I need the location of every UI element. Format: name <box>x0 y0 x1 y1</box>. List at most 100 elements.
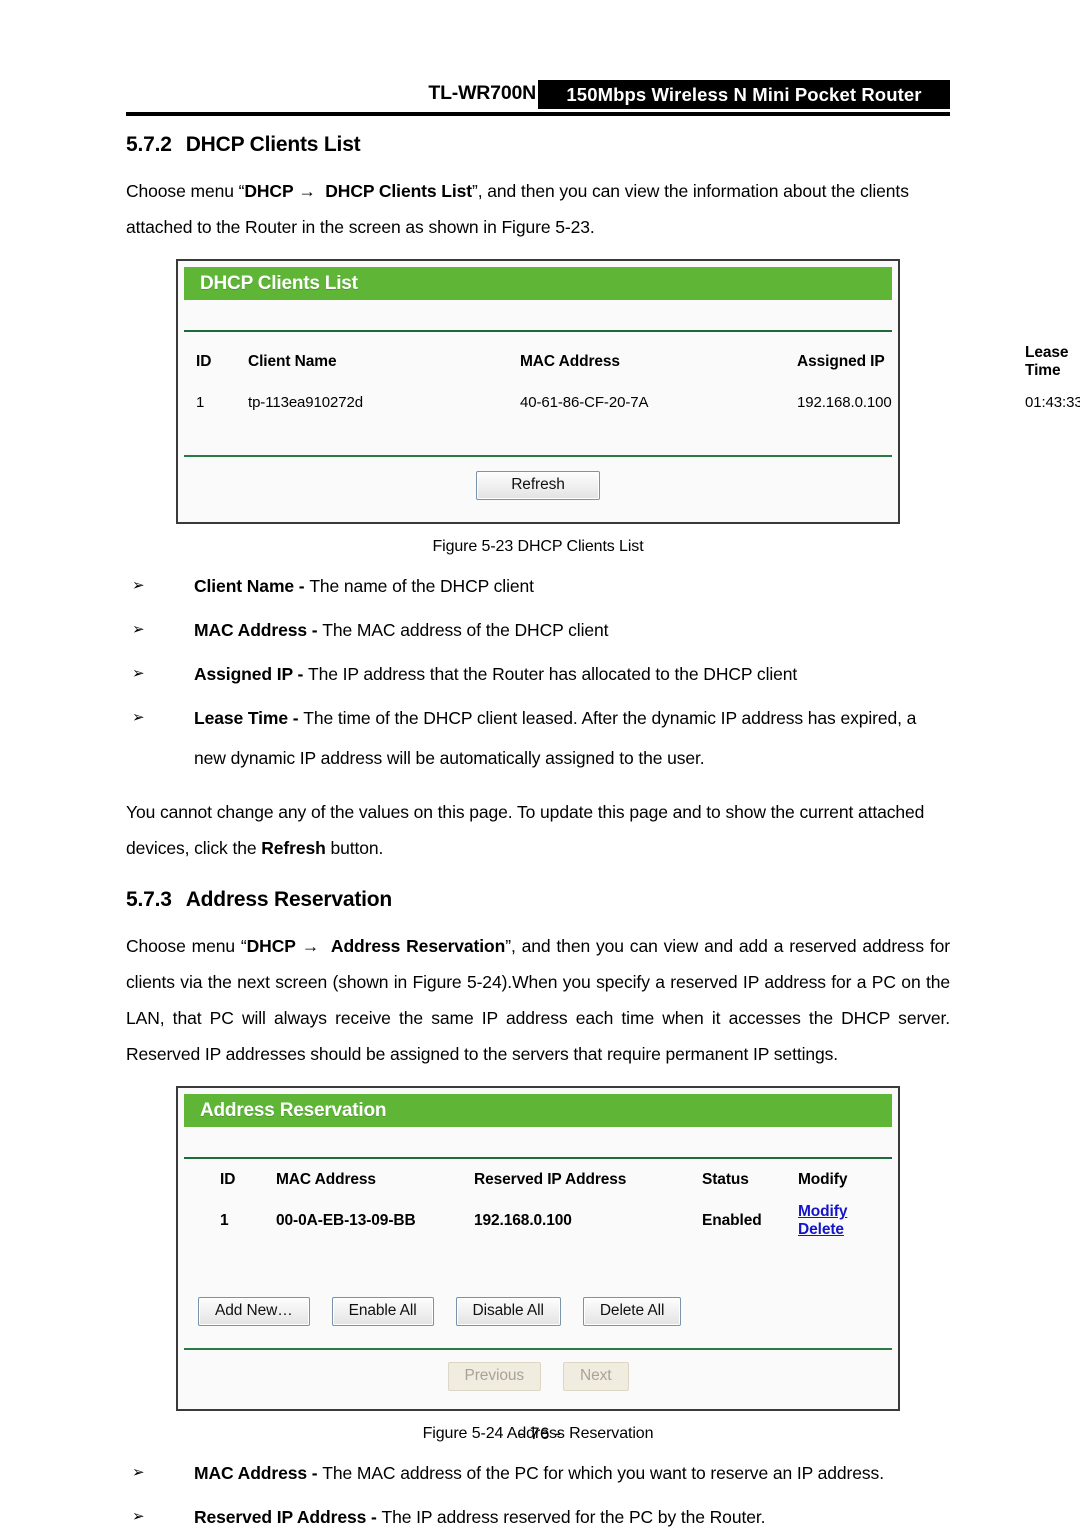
panel-header-gap <box>184 300 892 330</box>
panel-title: Address Reservation <box>200 1099 387 1121</box>
section-number: 5.7.2 <box>126 133 172 156</box>
column-header-id: ID <box>220 1171 236 1188</box>
list-item: ➢ MAC Address - The MAC address of the D… <box>126 610 950 650</box>
intro-paragraph-address-reservation: Choose menu “DHCP → Address Reservation”… <box>126 928 950 1072</box>
delete-link[interactable]: Delete <box>798 1221 844 1238</box>
refresh-button[interactable]: Refresh <box>476 471 600 500</box>
dhcp-clients-field-list: ➢ Client Name - The name of the DHCP cli… <box>126 566 950 778</box>
bullet-arrow-icon: ➢ <box>132 621 145 638</box>
delete-all-button[interactable]: Delete All <box>582 1297 682 1326</box>
field-description: The time of the DHCP client leased. Afte… <box>194 708 917 768</box>
list-item: ➢ Reserved IP Address - The IP address r… <box>126 1497 950 1537</box>
menu-path-dhcp-clients-list: DHCP Clients List <box>325 181 473 201</box>
note-text-before: You cannot change any of the values on t… <box>126 802 925 858</box>
cell-reserved-ip: 192.168.0.100 <box>474 1212 572 1229</box>
cell-mac-address: 40-61-86-CF-20-7A <box>520 394 649 411</box>
bullet-arrow-icon: ➢ <box>132 1464 145 1481</box>
field-description: The MAC address of the DHCP client <box>322 620 609 640</box>
field-description: The IP address that the Router has alloc… <box>308 664 798 684</box>
dhcp-clients-button-row: Refresh <box>184 457 892 516</box>
field-separator: - <box>307 1463 323 1483</box>
address-reservation-action-buttons: Add New… Enable All Disable All Delete All <box>184 1271 892 1348</box>
arrow-icon: → <box>298 181 316 201</box>
cell-client-name: tp-113ea910272d <box>248 394 363 411</box>
header-divider-rule <box>126 112 950 116</box>
field-separator: - <box>294 576 310 596</box>
cell-id: 1 <box>220 1212 229 1229</box>
field-description: The name of the DHCP client <box>309 576 534 596</box>
previous-page-button[interactable]: Previous <box>447 1362 542 1391</box>
section-title: DHCP Clients List <box>185 133 361 156</box>
field-term: Assigned IP <box>194 664 293 684</box>
list-item: ➢ MAC Address - The MAC address of the P… <box>126 1453 950 1493</box>
panel-header-dhcp-clients: DHCP Clients List <box>184 267 892 300</box>
column-header-assigned-ip: Assigned IP <box>797 353 885 370</box>
section-heading-dhcp-clients: 5.7.2 DHCP Clients List <box>126 133 950 157</box>
cell-id: 1 <box>196 394 205 411</box>
field-separator: - <box>307 620 323 640</box>
add-new-button[interactable]: Add New… <box>198 1297 310 1326</box>
address-reservation-field-list: ➢ MAC Address - The MAC address of the P… <box>126 1453 950 1537</box>
table-header-row: ID Client Name MAC Address Assigned IP L… <box>196 332 1069 390</box>
cell-status: Enabled <box>702 1212 762 1229</box>
modify-link[interactable]: Modify <box>798 1203 847 1220</box>
figure-caption-5-23: Figure 5-23 DHCP Clients List <box>432 538 644 555</box>
arrow-icon: → <box>301 936 320 956</box>
field-term: Client Name <box>194 576 295 596</box>
bullet-arrow-icon: ➢ <box>132 1508 145 1525</box>
page-content: 5.7.2 DHCP Clients List Choose menu “DHCP… <box>126 125 1080 1537</box>
header-product-band: 150Mbps Wireless N Mini Pocket Router <box>538 80 950 109</box>
field-term: MAC Address <box>194 1463 307 1483</box>
running-header: TL-WR700N 150Mbps Wireless N Mini Pocket… <box>126 80 950 110</box>
next-page-button[interactable]: Next <box>563 1362 629 1391</box>
list-item: ➢ Lease Time - The time of the DHCP clie… <box>126 698 950 778</box>
table-header-row: ID MAC Address Reserved IP Address Statu… <box>220 1159 856 1199</box>
column-header-mac-address: MAC Address <box>520 353 620 370</box>
field-separator: - <box>288 708 304 728</box>
panel-header-gap <box>184 1127 892 1157</box>
table-row: 1 tp-113ea910272d 40-61-86-CF-20-7A 192.… <box>196 390 1080 421</box>
section-heading-address-reservation: 5.7.3 Address Reservation <box>126 888 950 912</box>
document-page: TL-WR700N 150Mbps Wireless N Mini Pocket… <box>0 0 1080 1527</box>
page-footer: - 76 - <box>0 1424 1080 1444</box>
section-title: Address Reservation <box>185 888 393 911</box>
table-row: 1 00-0A-EB-13-09-BB 192.168.0.100 Enable… <box>220 1199 856 1249</box>
field-description: The MAC address of the PC for which you … <box>322 1463 884 1483</box>
address-reservation-table-wrap: ID MAC Address Reserved IP Address Statu… <box>184 1159 892 1271</box>
intro-paragraph-dhcp-clients: Choose menu “DHCP → DHCP Clients List”, … <box>126 173 950 245</box>
address-reservation-panel: Address Reservation ID MAC Address Reser… <box>176 1086 900 1411</box>
disable-all-button[interactable]: Disable All <box>455 1297 561 1326</box>
cell-modify-actions: Modify Delete <box>798 1199 856 1249</box>
field-description: The IP address reserved for the PC by th… <box>381 1507 766 1527</box>
menu-path-address-reservation: Address Reservation <box>330 936 506 956</box>
dhcp-clients-table: ID Client Name MAC Address Assigned IP L… <box>196 332 1080 421</box>
cell-assigned-ip: 192.168.0.100 <box>797 394 892 411</box>
intro-prefix: Choose menu “ <box>126 936 247 956</box>
field-separator: - <box>292 664 309 684</box>
column-header-id: ID <box>196 353 212 370</box>
cell-mac-address: 00-0A-EB-13-09-BB <box>276 1212 416 1229</box>
intro-prefix: Choose menu “ <box>126 181 245 201</box>
enable-all-button[interactable]: Enable All <box>331 1297 434 1326</box>
header-model-name: TL-WR700N <box>428 82 536 104</box>
page-number: - 76 - <box>518 1424 562 1443</box>
field-separator: - <box>366 1507 382 1527</box>
list-item: ➢ Assigned IP - The IP address that the … <box>126 654 950 694</box>
bullet-arrow-icon: ➢ <box>132 577 145 594</box>
address-reservation-pagination: Previous Next <box>184 1350 892 1403</box>
menu-path-dhcp: DHCP <box>246 936 296 956</box>
field-term: Reserved IP Address <box>194 1507 367 1527</box>
column-header-modify: Modify <box>798 1171 848 1188</box>
bullet-arrow-icon: ➢ <box>132 709 145 726</box>
address-reservation-table: ID MAC Address Reserved IP Address Statu… <box>220 1159 856 1249</box>
column-header-status: Status <box>702 1171 749 1188</box>
column-header-client-name: Client Name <box>248 353 337 370</box>
dhcp-clients-list-panel: DHCP Clients List ID Client Name MAC Add… <box>176 259 1080 524</box>
panel-header-address-reservation: Address Reservation <box>184 1094 892 1127</box>
note-refresh-keyword: Refresh <box>261 838 326 858</box>
field-term: Lease Time <box>194 708 289 728</box>
field-term: MAC Address <box>194 620 307 640</box>
table-bottom-spacer <box>196 421 880 455</box>
refresh-note-paragraph: You cannot change any of the values on t… <box>126 794 950 866</box>
note-text-after: button. <box>325 838 384 858</box>
